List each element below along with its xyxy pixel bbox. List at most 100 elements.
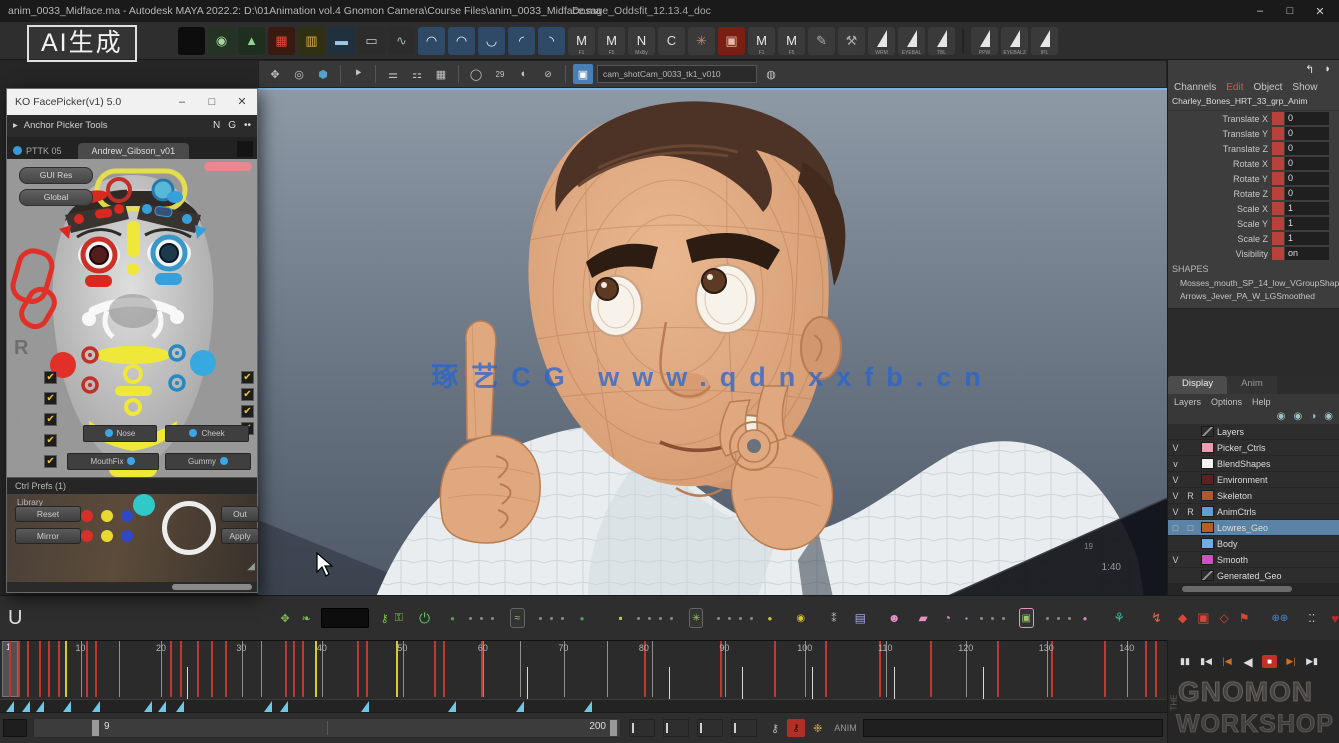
layer-row[interactable]: Generated_Geo bbox=[1168, 568, 1339, 584]
gate-mask-icon[interactable]: ◍ bbox=[761, 64, 781, 84]
channel-value[interactable]: 0 bbox=[1285, 187, 1329, 200]
menu-layers[interactable]: Layers bbox=[1174, 397, 1201, 407]
grid-red-icon[interactable]: ▦ bbox=[268, 27, 295, 55]
menu-channels[interactable]: Channels bbox=[1174, 82, 1216, 93]
sketch-2-icon[interactable]: ⚒ bbox=[838, 27, 865, 55]
keyframe-tick[interactable] bbox=[366, 641, 368, 697]
menu-show[interactable]: Show bbox=[1292, 82, 1317, 93]
key-a-icon[interactable]: ⚷ bbox=[381, 612, 389, 625]
keyframe-tick[interactable] bbox=[27, 641, 29, 697]
key-marker-triangle[interactable] bbox=[448, 701, 456, 712]
picker-checkbox[interactable]: ✔ bbox=[44, 371, 57, 384]
keyframe-tick[interactable] bbox=[983, 667, 984, 699]
range-slider[interactable]: 9 200 bbox=[33, 718, 621, 738]
channel-value[interactable]: 1 bbox=[1285, 232, 1329, 245]
key-marker-triangle[interactable] bbox=[516, 701, 524, 712]
keyframe-tick[interactable] bbox=[65, 641, 67, 697]
picker-gui-reset-button[interactable]: GUI Res bbox=[19, 167, 93, 184]
layer-visibility-toggle[interactable]: V bbox=[1168, 555, 1183, 565]
layer-row[interactable]: VRAnimCtrls bbox=[1168, 504, 1339, 520]
channel-value[interactable]: 1 bbox=[1285, 202, 1329, 215]
shape-node-sub[interactable]: Arrows_Jever_PA_W_LGSmoothed bbox=[1168, 291, 1339, 304]
maximize-button[interactable]: □ bbox=[1275, 0, 1305, 22]
key-marker-triangle[interactable] bbox=[6, 701, 14, 712]
channel-row[interactable]: Scale X1 bbox=[1168, 201, 1339, 216]
out-button[interactable]: Out bbox=[221, 506, 259, 522]
channel-row[interactable]: Rotate X0 bbox=[1168, 156, 1339, 171]
menu-help[interactable]: Help bbox=[1252, 397, 1271, 407]
play-blast-icon[interactable]: ⯈ bbox=[348, 64, 368, 84]
step-back-frame-button[interactable]: |◀ bbox=[1220, 654, 1234, 669]
layer-row[interactable]: VPicker_Ctrls bbox=[1168, 440, 1339, 456]
keyframe-tick[interactable] bbox=[187, 667, 188, 699]
bookmark-red-2-icon[interactable]: ▣ bbox=[1197, 610, 1209, 626]
layer-visibility-toggle[interactable]: V bbox=[1168, 475, 1183, 485]
layer-row[interactable]: Body bbox=[1168, 536, 1339, 552]
bookmark-red-3-icon[interactable]: ◇ bbox=[1220, 611, 1229, 625]
range-aux-field[interactable] bbox=[731, 719, 757, 737]
sail-2-icon[interactable]: EYEBAL bbox=[898, 27, 925, 55]
picker-button-mouthfix[interactable]: MouthFix bbox=[67, 453, 159, 470]
fps-icon[interactable]: 29 bbox=[490, 64, 510, 84]
layer-mode-toggle[interactable]: □ bbox=[1183, 523, 1198, 533]
keyframe-tick[interactable] bbox=[285, 641, 287, 697]
magenta-dot-icon[interactable]: ● bbox=[1083, 614, 1088, 623]
channel-row[interactable]: Rotate Y0 bbox=[1168, 171, 1339, 186]
picker-checkbox[interactable]: ✔ bbox=[44, 434, 57, 447]
picker-canvas[interactable]: GUI Res Global R Global✔Brows✔Eyes✔Mouth… bbox=[7, 159, 257, 478]
refresh-icon[interactable]: C bbox=[658, 27, 685, 55]
channel-row[interactable]: Translate Y0 bbox=[1168, 126, 1339, 141]
range-aux-field[interactable] bbox=[697, 719, 723, 737]
scrollbar-thumb[interactable] bbox=[172, 584, 252, 590]
layer-row[interactable]: vBlendShapes bbox=[1168, 456, 1339, 472]
keyframe-tick[interactable] bbox=[170, 641, 172, 697]
picker-button-gummy[interactable]: Gummy bbox=[165, 453, 251, 470]
bookmark-red-1-icon[interactable]: ◆ bbox=[1178, 611, 1187, 625]
time-slider[interactable]: 1 102030405060708090100110120130140 bbox=[0, 640, 1167, 712]
layer-color-swatch[interactable] bbox=[1201, 426, 1214, 437]
layer-color-swatch[interactable] bbox=[1201, 554, 1214, 565]
menu-object[interactable]: Object bbox=[1254, 82, 1283, 93]
keyframe-tick[interactable] bbox=[48, 641, 50, 697]
green-dot-2-icon[interactable]: ● bbox=[580, 614, 585, 623]
keyframe-tick[interactable] bbox=[520, 641, 521, 697]
selected-object-name[interactable]: Charley_Bones_HRT_33_grp_Anim bbox=[1168, 96, 1339, 111]
keyframe-tick[interactable] bbox=[180, 641, 182, 697]
layer-row[interactable]: VRSkeleton bbox=[1168, 488, 1339, 504]
snap-grid-icon[interactable]: ✥ bbox=[280, 612, 289, 625]
channel-row[interactable]: Scale Y1 bbox=[1168, 216, 1339, 231]
layer-visibility-toggle[interactable]: v bbox=[1168, 459, 1183, 469]
picker-checkbox[interactable]: ✔ bbox=[44, 392, 57, 405]
layer-row[interactable]: VSmooth bbox=[1168, 552, 1339, 568]
star-box-icon[interactable]: ✳ bbox=[689, 608, 704, 628]
channel-value[interactable]: 0 bbox=[1285, 127, 1329, 140]
reset-button[interactable]: Reset bbox=[15, 506, 81, 522]
sail-1-icon[interactable]: WRM bbox=[868, 27, 895, 55]
panel-purple-icon[interactable]: ▤ bbox=[855, 611, 866, 625]
layer-mode-toggle[interactable]: R bbox=[1183, 491, 1198, 501]
keyframe-tick[interactable] bbox=[302, 641, 304, 697]
stop-button[interactable]: ■ bbox=[1262, 655, 1277, 668]
keyframe-tick[interactable] bbox=[1145, 641, 1147, 697]
curve-5-icon[interactable]: ◝ bbox=[538, 27, 565, 55]
keyframe-tick[interactable] bbox=[894, 667, 895, 699]
keyframe-tick[interactable] bbox=[261, 641, 262, 697]
keyframe-tick[interactable] bbox=[434, 641, 436, 697]
menu-options[interactable]: Options bbox=[1211, 397, 1242, 407]
power-toggle-icon[interactable]: ⏻ bbox=[419, 610, 430, 627]
layer-filter-icon[interactable]: ◉ bbox=[1277, 411, 1286, 422]
anim-prefs-icon[interactable]: ❉ bbox=[813, 722, 822, 735]
go-to-start-button[interactable]: ▮▮ bbox=[1178, 654, 1192, 669]
channel-row[interactable]: Visibilityon bbox=[1168, 246, 1339, 261]
channel-row[interactable]: Translate X0 bbox=[1168, 111, 1339, 126]
wire-icon[interactable]: ⚌ bbox=[383, 64, 403, 84]
blue-links-icon[interactable]: ⊕⊕ bbox=[1272, 613, 1289, 624]
keyframe-tick[interactable] bbox=[18, 641, 20, 697]
sail-5-icon[interactable]: EYEBAL2 bbox=[1001, 27, 1028, 55]
green-dot-1-icon[interactable]: ● bbox=[450, 614, 455, 623]
no-filter-icon[interactable]: ⊘ bbox=[538, 64, 558, 84]
key-marker-triangle[interactable] bbox=[92, 701, 100, 712]
menu-edit[interactable]: Edit bbox=[1226, 82, 1243, 93]
wave-box-icon[interactable]: ≈ bbox=[510, 608, 525, 628]
channel-row[interactable]: Scale Z1 bbox=[1168, 231, 1339, 246]
